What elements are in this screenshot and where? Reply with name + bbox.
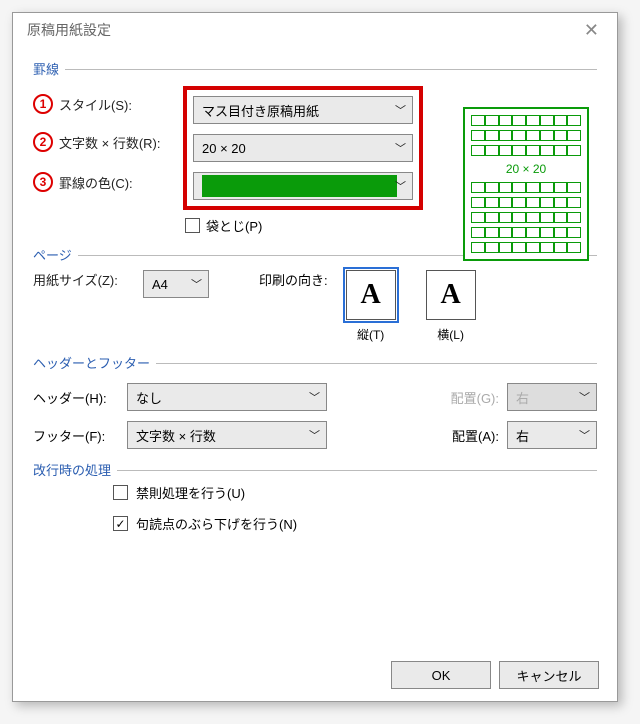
footer-align-combo[interactable]: 右 ﹀ [507,421,597,449]
chevron-down-icon: ﹀ [309,389,320,405]
preview-text: 20 × 20 [471,160,581,178]
chevron-down-icon: ﹀ [395,102,406,118]
titlebar: 原稿用紙設定 ✕ [13,13,617,47]
group-hf: ヘッダーとフッター ヘッダー(H): なし ﹀ 配置(G): 右 ﹀ [33,363,597,458]
annotation-1: 1 [33,94,53,114]
kinsoku-checkbox[interactable] [113,485,128,500]
grid-color-label: 罫線の色(C): [59,173,183,192]
group-page: ページ 用紙サイズ(Z): A4 ﹀ 印刷の向き: A 縦(T) [33,255,597,347]
highlight-box: マス目付き原稿用紙 ﹀ 20 × 20 ﹀ ﹀ [183,86,423,210]
kinsoku-label: 禁則処理を行う(U) [136,483,245,502]
style-combo[interactable]: マス目付き原稿用紙 ﹀ [193,96,413,124]
fold-checkbox[interactable] [185,218,200,233]
orientation-label: 印刷の向き: [259,270,328,289]
chevron-down-icon: ﹀ [395,140,406,156]
group-linebreak: 改行時の処理 禁則処理を行う(U) ✓ 句読点のぶら下げを行う(N) [33,470,597,541]
header-align-label: 配置(G): [451,388,499,407]
cancel-button[interactable]: キャンセル [499,661,599,689]
grid-color-combo[interactable]: ﹀ [193,172,413,200]
grid-preview: 20 × 20 [463,107,589,261]
footer-label: フッター(F): [33,426,119,445]
window-title: 原稿用紙設定 [27,20,111,40]
chevron-down-icon: ﹀ [309,427,320,443]
color-swatch [202,175,397,197]
header-label: ヘッダー(H): [33,388,119,407]
hanging-checkbox[interactable]: ✓ [113,516,128,531]
group-linebreak-label: 改行時の処理 [33,460,117,479]
portrait-icon: A [346,270,396,320]
chevron-down-icon: ﹀ [579,389,590,405]
chevron-down-icon: ﹀ [395,178,406,194]
header-align-combo: 右 ﹀ [507,383,597,411]
footer-align-value: 右 [516,426,529,445]
paper-size-value: A4 [152,277,168,292]
header-align-value: 右 [516,388,529,407]
footer-align-label: 配置(A): [452,426,499,445]
button-bar: OK キャンセル [391,661,599,689]
chevron-down-icon: ﹀ [579,427,590,443]
landscape-label: 横(L) [437,326,464,343]
landscape-icon: A [426,270,476,320]
dialog-window: 原稿用紙設定 ✕ 罫線 1 スタイル(S): マス目付き原稿用紙 ﹀ [12,12,618,702]
paper-size-label: 用紙サイズ(Z): [33,270,143,289]
header-combo[interactable]: なし ﹀ [127,383,327,411]
group-page-label: ページ [33,245,78,264]
annotation-2: 2 [33,132,53,152]
footer-value: 文字数 × 行数 [136,426,216,445]
grid-size-label: 文字数 × 行数(R): [59,133,183,152]
ok-button[interactable]: OK [391,661,491,689]
grid-size-combo[interactable]: 20 × 20 ﹀ [193,134,413,162]
group-hf-label: ヘッダーとフッター [33,353,156,372]
style-value: マス目付き原稿用紙 [202,101,319,120]
annotation-3: 3 [33,172,53,192]
orientation-landscape[interactable]: A 横(L) [426,270,476,343]
orientation-portrait[interactable]: A 縦(T) [346,270,396,343]
hanging-label: 句読点のぶら下げを行う(N) [136,514,297,533]
footer-combo[interactable]: 文字数 × 行数 ﹀ [127,421,327,449]
grid-size-value: 20 × 20 [202,141,246,156]
style-label: スタイル(S): [59,95,183,114]
portrait-label: 縦(T) [357,326,384,343]
fold-label: 袋とじ(P) [206,216,262,235]
header-value: なし [136,388,162,407]
close-icon[interactable]: ✕ [576,18,607,43]
paper-size-combo[interactable]: A4 ﹀ [143,270,209,298]
chevron-down-icon: ﹀ [191,276,202,292]
